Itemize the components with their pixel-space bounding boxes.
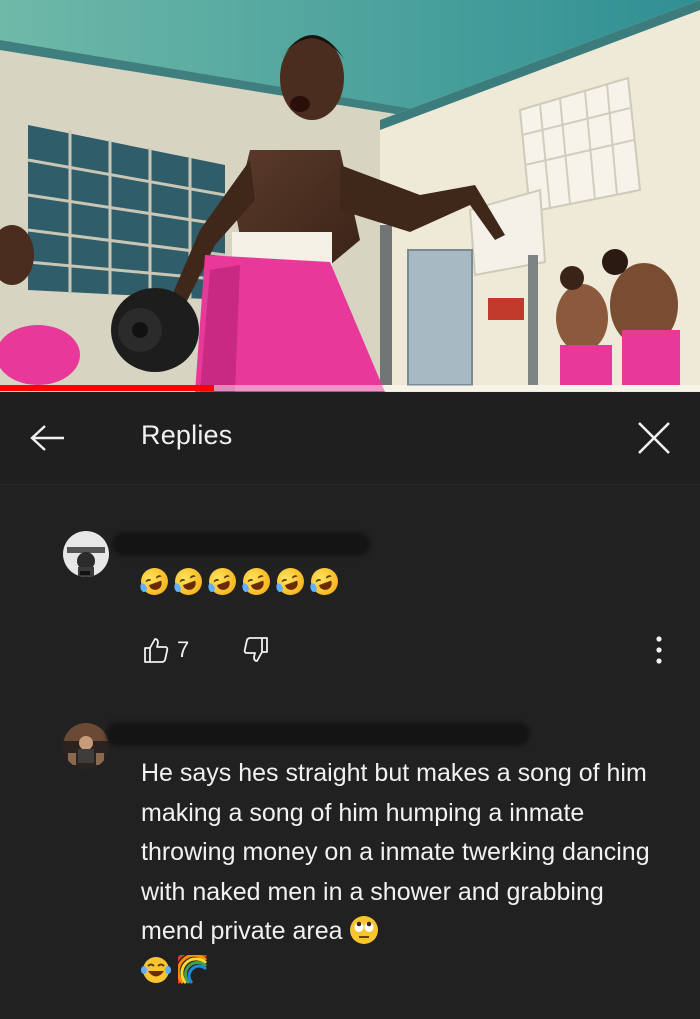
profile-photo <box>63 723 109 769</box>
header-divider <box>0 484 700 485</box>
comment-actions: 7 <box>141 630 271 670</box>
comment-emoji-text <box>137 564 342 599</box>
avatar[interactable] <box>63 531 109 577</box>
video-progress-bar[interactable] <box>0 385 700 391</box>
more-options-button[interactable] <box>644 630 674 670</box>
video-frame <box>0 0 700 392</box>
laughing-tears-emoji <box>205 564 240 599</box>
profile-photo <box>63 531 109 577</box>
video-progress-fill <box>0 385 214 391</box>
back-button[interactable] <box>22 412 74 464</box>
more-vertical-icon <box>656 636 662 664</box>
dislike-button[interactable] <box>241 635 271 665</box>
avatar[interactable] <box>63 723 109 769</box>
laughing-tears-emoji <box>239 564 274 599</box>
close-button[interactable] <box>626 410 682 466</box>
like-button[interactable] <box>141 635 171 665</box>
author-name-redacted <box>106 722 530 746</box>
laughing-tears-emoji <box>307 564 342 599</box>
page-title: Replies <box>141 420 233 450</box>
comment-body: He says hes straight but makes a song of… <box>141 759 650 945</box>
thumbs-down-icon <box>244 637 269 662</box>
laughing-tears-emoji <box>171 564 206 599</box>
close-icon <box>638 422 670 454</box>
rainbow-emoji <box>177 954 208 984</box>
laughing-tears-emoji <box>137 564 172 599</box>
author-name-redacted <box>112 532 370 556</box>
laughing-tears-emoji <box>273 564 308 599</box>
replies-header: Replies <box>0 392 700 484</box>
laughing-tears-emoji <box>141 956 171 983</box>
arrow-left-icon <box>30 425 64 451</box>
video-player[interactable] <box>0 0 700 392</box>
thumbs-up-icon <box>144 638 169 663</box>
eye-roll-emoji <box>350 916 379 944</box>
comment-text: He says hes straight but makes a song of… <box>141 754 666 991</box>
like-count: 7 <box>177 637 190 662</box>
